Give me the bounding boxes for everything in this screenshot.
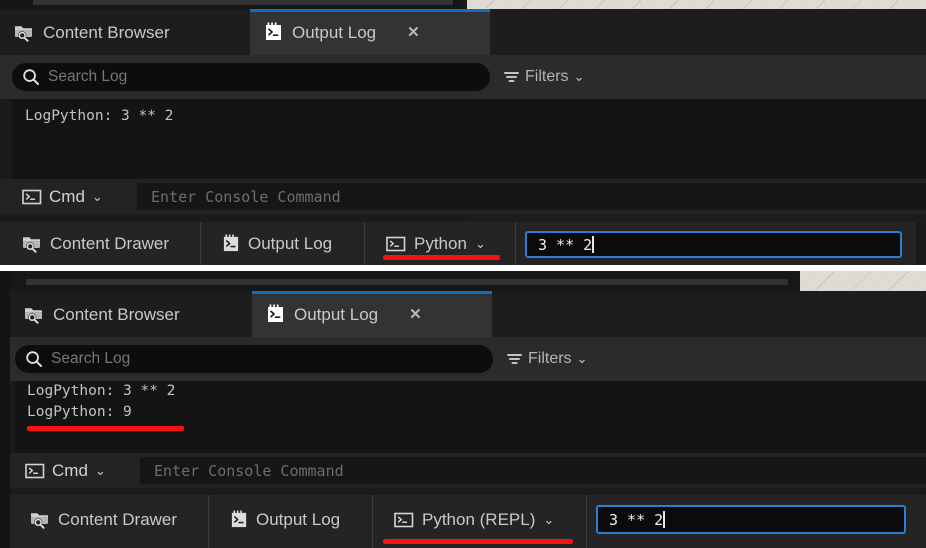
cmd-label: Cmd <box>49 186 85 206</box>
console-placeholder: Enter Console Command <box>154 461 344 480</box>
search-log-input-top[interactable]: Search Log <box>12 63 490 91</box>
folder-search-icon <box>22 234 42 253</box>
tab-output-log-top[interactable]: Output Log ✕ <box>250 9 490 55</box>
folder-search-icon <box>24 305 44 324</box>
toolbar-fragment-bottom <box>26 279 788 285</box>
status-item-label: Python (REPL) <box>422 509 536 529</box>
tab-output-log-bottom[interactable]: Output Log ✕ <box>252 291 492 337</box>
close-icon[interactable]: ✕ <box>407 25 420 40</box>
tab-label: Content Browser <box>43 22 170 42</box>
console-prompt-icon <box>386 236 406 252</box>
filters-dropdown-bottom[interactable]: Filters ⌄ <box>506 348 587 370</box>
status-item-label: Content Drawer <box>50 233 170 253</box>
python-repl-value: 3 ** 2 <box>538 235 593 254</box>
console-placeholder: Enter Console Command <box>151 187 341 206</box>
annotation-underline-log-result <box>27 426 184 431</box>
console-prompt-icon <box>25 463 45 479</box>
status-item-label: Content Drawer <box>58 509 178 529</box>
log-line: LogPython: 9 <box>27 404 132 420</box>
output-log-panel-top: Content Browser Output Log ✕ Search Log … <box>0 0 926 265</box>
status-divider <box>208 495 209 548</box>
python-repl-input-bottom[interactable]: 3 ** 2 <box>596 505 906 534</box>
filter-icon <box>503 69 520 85</box>
chevron-down-icon: ⌄ <box>94 462 106 478</box>
search-placeholder: Search Log <box>48 68 128 85</box>
tab-label: Output Log <box>294 304 379 324</box>
folder-search-icon <box>14 23 34 42</box>
console-prompt-icon <box>394 512 414 528</box>
console-notepad-icon <box>266 304 285 324</box>
filters-label: Filters <box>525 68 569 85</box>
text-caret <box>663 511 665 528</box>
status-divider <box>200 222 201 265</box>
console-notepad-icon <box>230 510 248 529</box>
filters-label: Filters <box>528 350 572 367</box>
chevron-down-icon: ⌄ <box>573 69 585 84</box>
status-item-output-log-top[interactable]: Output Log <box>208 222 346 265</box>
chevron-down-icon: ⌄ <box>91 188 103 204</box>
log-line: LogPython: 3 ** 2 <box>25 108 174 124</box>
annotation-underline-python-repl-bottom <box>383 539 573 544</box>
tab-content-browser-bottom[interactable]: Content Browser <box>10 291 260 337</box>
status-divider <box>364 222 365 265</box>
python-repl-value: 3 ** 2 <box>609 510 664 529</box>
cmd-dropdown-top[interactable]: Cmd ⌄ <box>22 186 103 207</box>
log-line: LogPython: 3 ** 2 <box>27 383 176 399</box>
console-command-input-bottom[interactable]: Enter Console Command <box>140 457 926 484</box>
status-divider <box>372 495 373 548</box>
status-item-output-log-bottom[interactable]: Output Log <box>216 495 354 544</box>
console-notepad-icon <box>264 22 283 42</box>
filters-dropdown-top[interactable]: Filters ⌄ <box>503 66 584 88</box>
filter-icon <box>506 351 523 367</box>
status-item-label: Output Log <box>256 509 341 529</box>
close-icon[interactable]: ✕ <box>409 307 422 322</box>
panel-right-edge-top <box>916 222 926 265</box>
chevron-down-icon: ⌄ <box>543 511 555 527</box>
annotation-underline-python-top <box>383 255 500 260</box>
search-icon <box>22 68 40 86</box>
panel-left-gutter-bottom <box>0 271 10 548</box>
output-log-panel-bottom: Content Browser Output Log ✕ Search Log … <box>0 271 926 548</box>
status-item-content-drawer-bottom[interactable]: Content Drawer <box>16 495 191 544</box>
status-item-label: Output Log <box>248 233 333 253</box>
console-command-input-top[interactable]: Enter Console Command <box>137 183 926 210</box>
chevron-down-icon: ⌄ <box>576 351 588 366</box>
chevron-down-icon: ⌄ <box>474 235 486 251</box>
viewport-texture-strip-bottom <box>800 271 926 291</box>
console-prompt-icon <box>22 189 42 205</box>
status-item-label: Python <box>414 233 467 253</box>
screenshot-stage: Content Browser Output Log ✕ Search Log … <box>0 0 926 548</box>
search-icon <box>25 350 43 368</box>
cmd-dropdown-bottom[interactable]: Cmd ⌄ <box>25 460 106 481</box>
text-caret <box>592 236 594 253</box>
tab-label: Output Log <box>292 22 377 42</box>
folder-search-icon <box>30 510 50 529</box>
status-item-content-drawer-top[interactable]: Content Drawer <box>8 222 183 265</box>
python-repl-input-top[interactable]: 3 ** 2 <box>525 231 902 258</box>
status-divider <box>515 222 516 265</box>
tab-content-browser-top[interactable]: Content Browser <box>0 9 250 55</box>
status-item-python-repl-bottom[interactable]: Python (REPL) ⌄ <box>380 495 568 544</box>
cmd-label: Cmd <box>52 460 88 480</box>
search-log-input-bottom[interactable]: Search Log <box>15 345 493 373</box>
tab-label: Content Browser <box>53 304 180 324</box>
toolbar-fragment-top <box>33 0 453 5</box>
console-notepad-icon <box>222 234 240 253</box>
status-divider <box>586 495 587 548</box>
search-placeholder: Search Log <box>51 350 131 367</box>
